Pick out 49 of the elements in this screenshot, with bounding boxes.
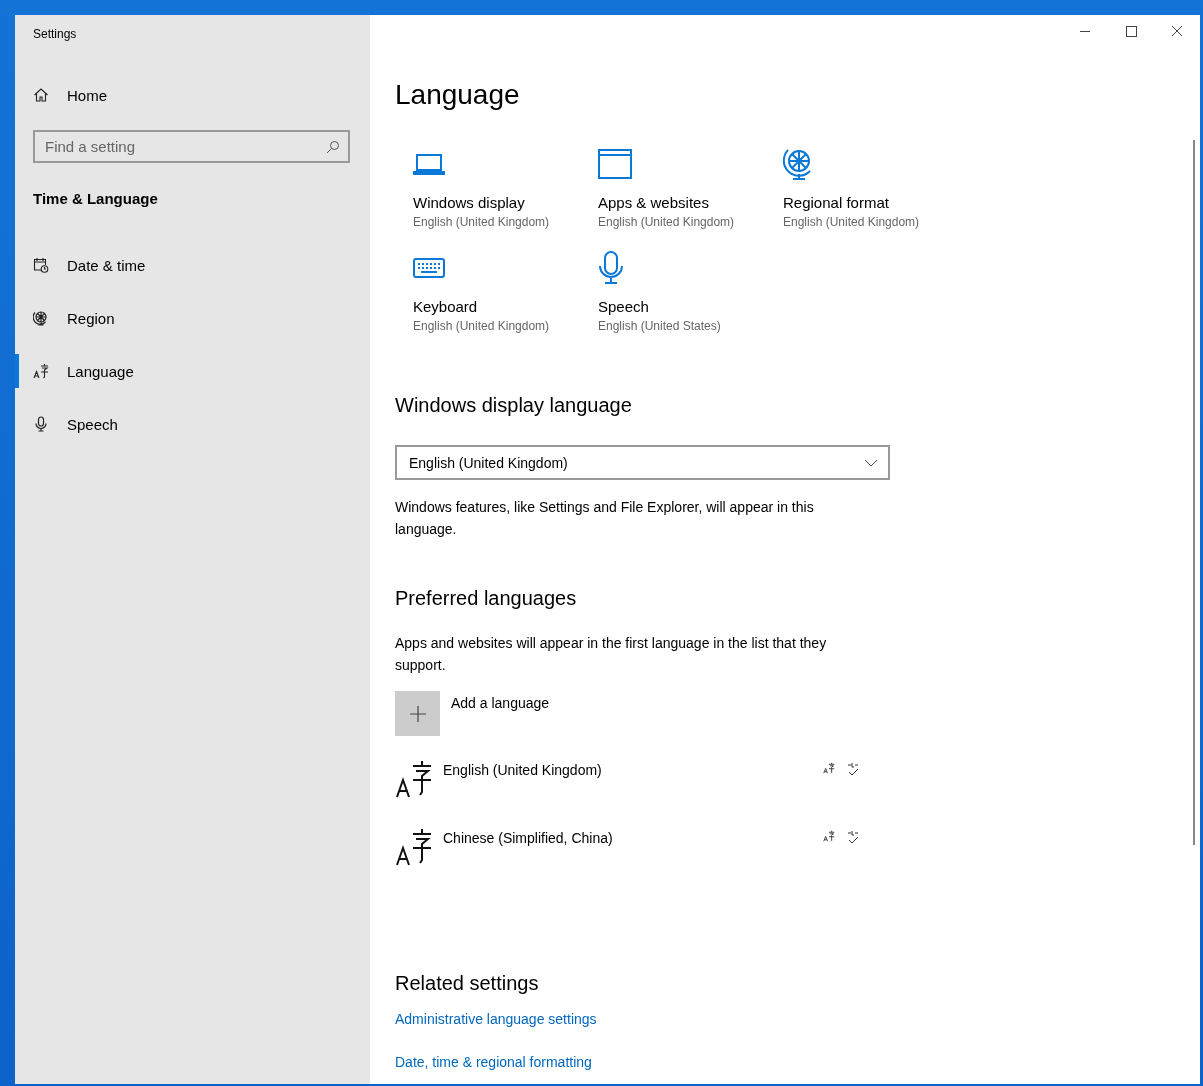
description-text: Apps and websites will appear in the first language in the list that they support. — [395, 634, 828, 675]
add-language-label[interactable]: Add a language — [451, 693, 550, 713]
window-title: Settings — [33, 26, 77, 42]
scrollbar[interactable] — [1193, 140, 1195, 845]
language-dropdown[interactable]: English (United Kingdom) — [395, 445, 890, 480]
section-heading: Preferred languages — [395, 586, 577, 611]
spelling-check-icon — [847, 762, 859, 776]
search-icon — [326, 140, 340, 154]
section-heading: Windows display language — [395, 393, 632, 418]
sidebar-item[interactable]: Region — [15, 301, 370, 335]
page-title: Language — [395, 78, 521, 112]
tile-title[interactable]: Apps & websites — [598, 193, 709, 213]
description-text: Windows features, like Settings and File Explorer, will appear in this language. — [395, 498, 815, 539]
tile-value: English (United Kingdom) — [413, 214, 550, 231]
microphone-icon — [33, 416, 49, 432]
section-heading: Related settings — [395, 971, 539, 996]
chevron-down-icon — [864, 458, 878, 467]
home-icon — [33, 87, 49, 103]
language-icon — [33, 363, 49, 379]
sidebar-item[interactable]: Date & time — [15, 248, 370, 282]
microphone-icon — [598, 251, 624, 285]
tile-value: English (United Kingdom) — [413, 318, 550, 335]
add-language-button[interactable] — [395, 691, 440, 736]
spelling-check-icon — [847, 830, 859, 844]
keyboard-icon — [413, 257, 445, 279]
section-heading: Time & Language — [33, 189, 158, 209]
tile-title[interactable]: Speech — [598, 297, 649, 317]
language-icon — [823, 830, 835, 842]
tile-title[interactable]: Regional format — [783, 193, 889, 213]
window-icon — [598, 149, 632, 179]
search-field[interactable]: Find a setting — [33, 130, 350, 163]
calendar-clock-icon — [33, 257, 49, 273]
sidebar-item[interactable]: Speech — [15, 407, 370, 441]
home-link[interactable]: Home — [15, 78, 107, 112]
settings-link[interactable]: Date, time & regional formatting — [395, 1052, 592, 1072]
language-row[interactable]: English (United Kingdom) — [395, 758, 865, 806]
settings-link[interactable]: Administrative language settings — [395, 1009, 597, 1029]
language-row[interactable]: Chinese (Simplified, China) — [395, 826, 865, 874]
laptop-icon — [413, 152, 445, 176]
language-name: Chinese (Simplified, China) — [443, 829, 614, 848]
language-name: English (United Kingdom) — [443, 761, 603, 780]
tile-value: English (United States) — [598, 318, 721, 335]
plus-icon — [409, 705, 426, 722]
tile-title[interactable]: Windows display — [413, 193, 525, 213]
language-icon — [823, 762, 835, 774]
globe-icon — [33, 310, 49, 326]
tile-value: English (United Kingdom) — [598, 214, 735, 231]
tile-value: English (United Kingdom) — [783, 214, 920, 231]
tile-title[interactable]: Keyboard — [413, 297, 478, 317]
